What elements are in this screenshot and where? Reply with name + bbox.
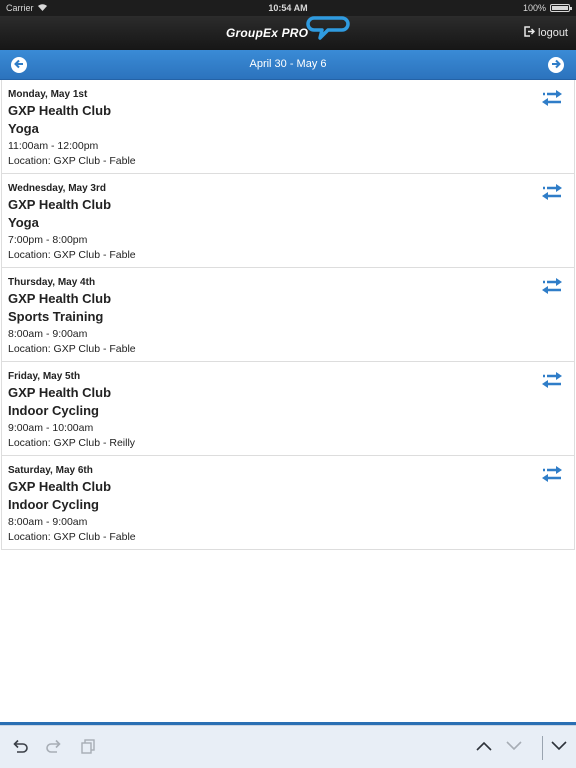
list-item[interactable]: Wednesday, May 3rd GXP Health Club Yoga … bbox=[1, 174, 575, 268]
session-class: Yoga bbox=[8, 121, 39, 136]
session-time: 9:00am - 10:00am bbox=[8, 422, 94, 434]
session-location: Location: GXP Club - Fable bbox=[8, 343, 136, 355]
date-range-label: April 30 - May 6 bbox=[249, 58, 327, 70]
swap-icon[interactable] bbox=[541, 371, 563, 389]
logout-label: logout bbox=[538, 27, 568, 39]
status-time: 10:54 AM bbox=[268, 3, 308, 13]
session-time: 8:00am - 9:00am bbox=[8, 516, 88, 528]
session-date: Friday, May 5th bbox=[8, 371, 81, 382]
session-location: Location: GXP Club - Fable bbox=[8, 531, 136, 543]
chevron-up-icon bbox=[475, 739, 493, 757]
copy-icon bbox=[80, 738, 96, 759]
keyboard-accessory-toolbar bbox=[0, 725, 576, 768]
session-class: Indoor Cycling bbox=[8, 403, 99, 418]
session-class: Sports Training bbox=[8, 309, 104, 324]
swap-icon[interactable] bbox=[541, 183, 563, 201]
list-item[interactable]: Thursday, May 4th GXP Health Club Sports… bbox=[1, 268, 575, 362]
list-item[interactable]: Friday, May 5th GXP Health Club Indoor C… bbox=[1, 362, 575, 456]
session-class: Indoor Cycling bbox=[8, 497, 99, 512]
session-date: Thursday, May 4th bbox=[8, 277, 96, 288]
list-item[interactable]: Monday, May 1st GXP Health Club Yoga 11:… bbox=[1, 80, 575, 174]
session-location: Location: GXP Club - Fable bbox=[8, 155, 136, 167]
redo-button[interactable] bbox=[44, 738, 64, 758]
toolbar-separator bbox=[542, 736, 543, 760]
chevron-down-icon bbox=[505, 739, 523, 757]
list-item[interactable]: Saturday, May 6th GXP Health Club Indoor… bbox=[1, 456, 575, 550]
logout-button[interactable]: logout bbox=[524, 26, 568, 40]
redo-icon bbox=[45, 738, 63, 759]
session-date: Saturday, May 6th bbox=[8, 465, 93, 476]
arrow-right-circle-icon bbox=[551, 56, 561, 74]
session-date: Wednesday, May 3rd bbox=[8, 183, 106, 194]
session-time: 11:00am - 12:00pm bbox=[8, 140, 99, 152]
status-bar: Carrier 10:54 AM 100% bbox=[0, 0, 576, 16]
copy-button[interactable] bbox=[78, 738, 98, 758]
app-header: GroupEx PRO logout bbox=[0, 15, 576, 50]
previous-field-button[interactable] bbox=[474, 738, 494, 758]
next-field-button[interactable] bbox=[504, 738, 524, 758]
week-navigation-bar: April 30 - May 6 bbox=[0, 50, 576, 80]
logout-icon bbox=[524, 26, 536, 40]
keyboard-dismiss-icon bbox=[550, 739, 568, 757]
session-location: Location: GXP Club - Reilly bbox=[8, 437, 136, 449]
session-club: GXP Health Club bbox=[8, 197, 112, 212]
next-week-button[interactable] bbox=[548, 57, 564, 73]
session-club: GXP Health Club bbox=[8, 291, 112, 306]
swap-icon[interactable] bbox=[541, 465, 563, 483]
session-list: Monday, May 1st GXP Health Club Yoga 11:… bbox=[1, 80, 575, 550]
undo-button[interactable] bbox=[10, 738, 30, 758]
session-date: Monday, May 1st bbox=[8, 89, 88, 100]
app-logo: GroupEx PRO bbox=[226, 15, 350, 48]
session-club: GXP Health Club bbox=[8, 385, 112, 400]
swap-icon[interactable] bbox=[541, 89, 563, 107]
session-location: Location: GXP Club - Fable bbox=[8, 249, 136, 261]
session-time: 7:00pm - 8:00pm bbox=[8, 234, 88, 246]
swap-icon[interactable] bbox=[541, 277, 563, 295]
battery-icon bbox=[550, 4, 572, 12]
session-time: 8:00am - 9:00am bbox=[8, 328, 88, 340]
logo-text: GroupEx PRO bbox=[226, 26, 309, 40]
session-club: GXP Health Club bbox=[8, 479, 112, 494]
undo-icon bbox=[11, 738, 29, 759]
session-club: GXP Health Club bbox=[8, 103, 112, 118]
speech-bubble-icon bbox=[306, 15, 350, 46]
session-class: Yoga bbox=[8, 215, 39, 230]
dismiss-keyboard-button[interactable] bbox=[549, 738, 569, 758]
